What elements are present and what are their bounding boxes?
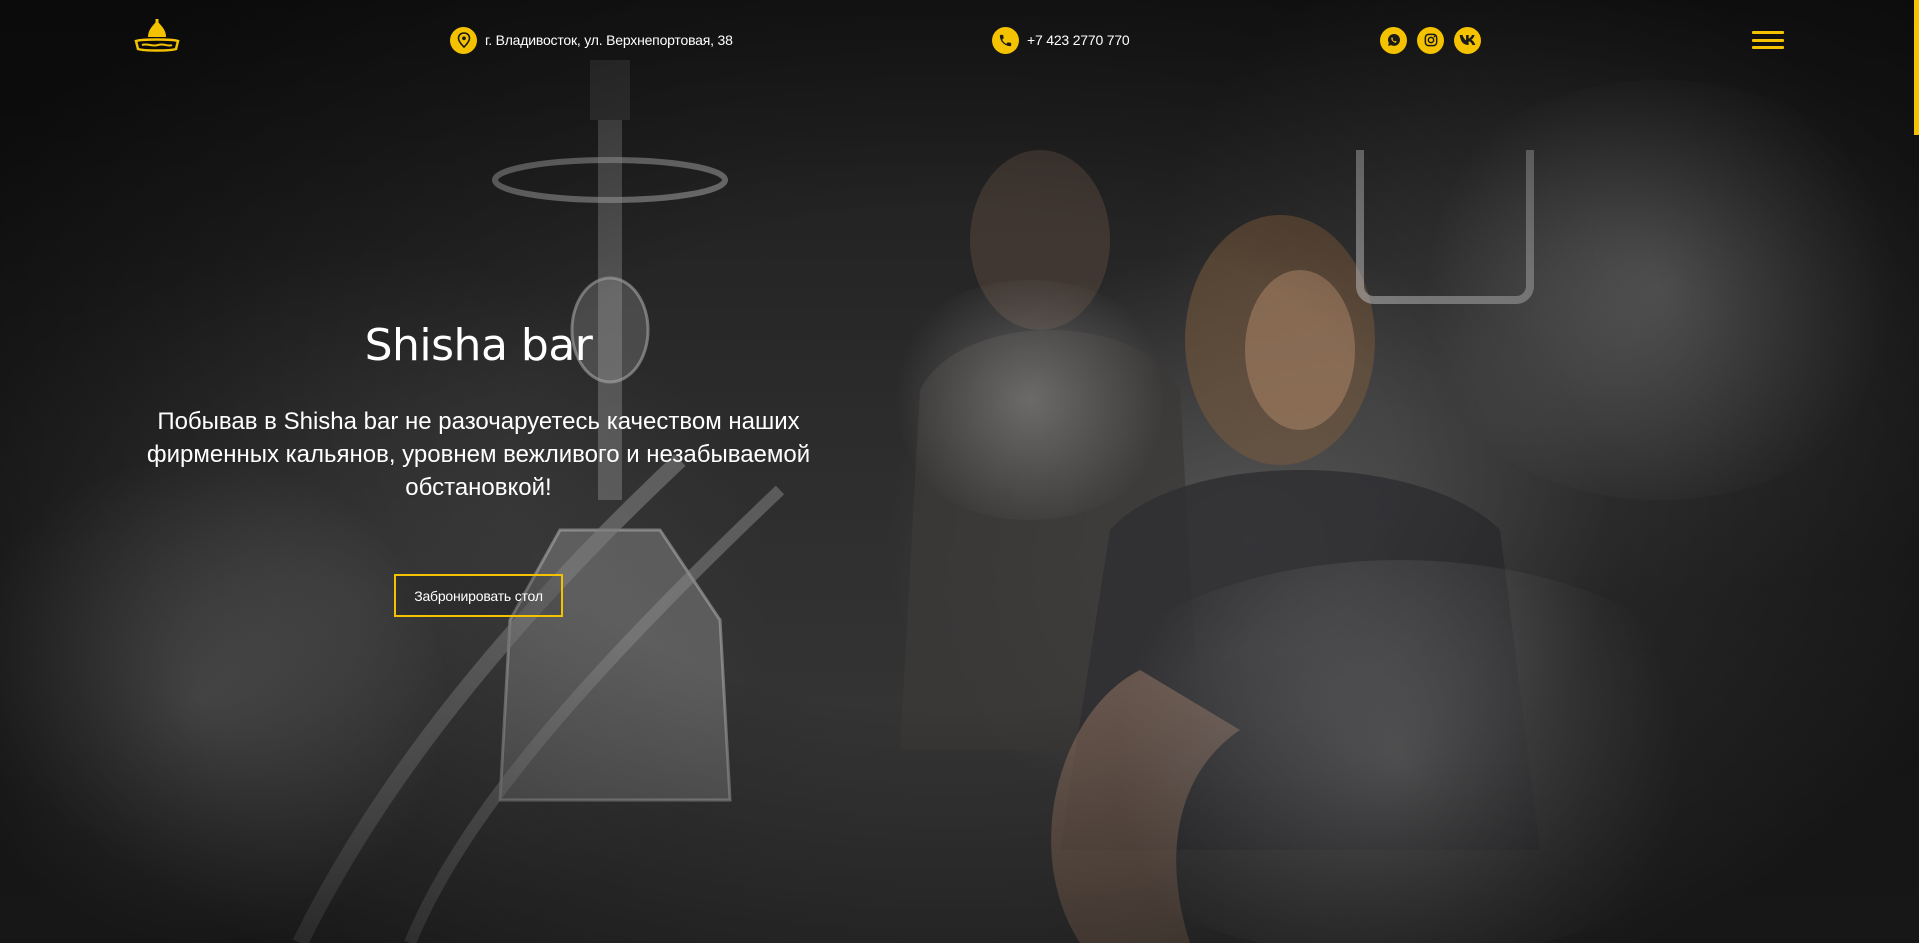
burger-line	[1752, 31, 1784, 34]
hamburger-menu-icon[interactable]	[1752, 31, 1784, 49]
site-header: г. Владивосток, ул. Верхнепортовая, 38 +…	[0, 0, 1919, 80]
phone-number: +7 423 2770 770	[1027, 32, 1130, 48]
hero-content: Shisha bar Побывав в Shisha bar не разоч…	[130, 320, 827, 504]
social-links	[1380, 25, 1481, 55]
instagram-icon[interactable]	[1417, 26, 1444, 54]
burger-line	[1752, 46, 1784, 49]
hero-title: Shisha bar	[364, 320, 593, 371]
whatsapp-icon[interactable]	[1380, 26, 1407, 54]
burger-line	[1752, 38, 1784, 42]
header-address[interactable]: г. Владивосток, ул. Верхнепортовая, 38	[450, 25, 733, 55]
book-table-button[interactable]: Забронировать стол	[394, 574, 563, 617]
header-phone[interactable]: +7 423 2770 770	[992, 25, 1130, 55]
hero-description: Побывав в Shisha bar не разочаруетесь ка…	[146, 408, 811, 501]
phone-icon	[992, 26, 1019, 54]
address-text: г. Владивосток, ул. Верхнепортовая, 38	[485, 32, 733, 48]
scroll-indicator[interactable]	[1914, 0, 1919, 135]
shisha-logo[interactable]	[132, 19, 182, 55]
location-pin-icon	[450, 26, 477, 54]
vk-icon[interactable]	[1454, 26, 1481, 54]
